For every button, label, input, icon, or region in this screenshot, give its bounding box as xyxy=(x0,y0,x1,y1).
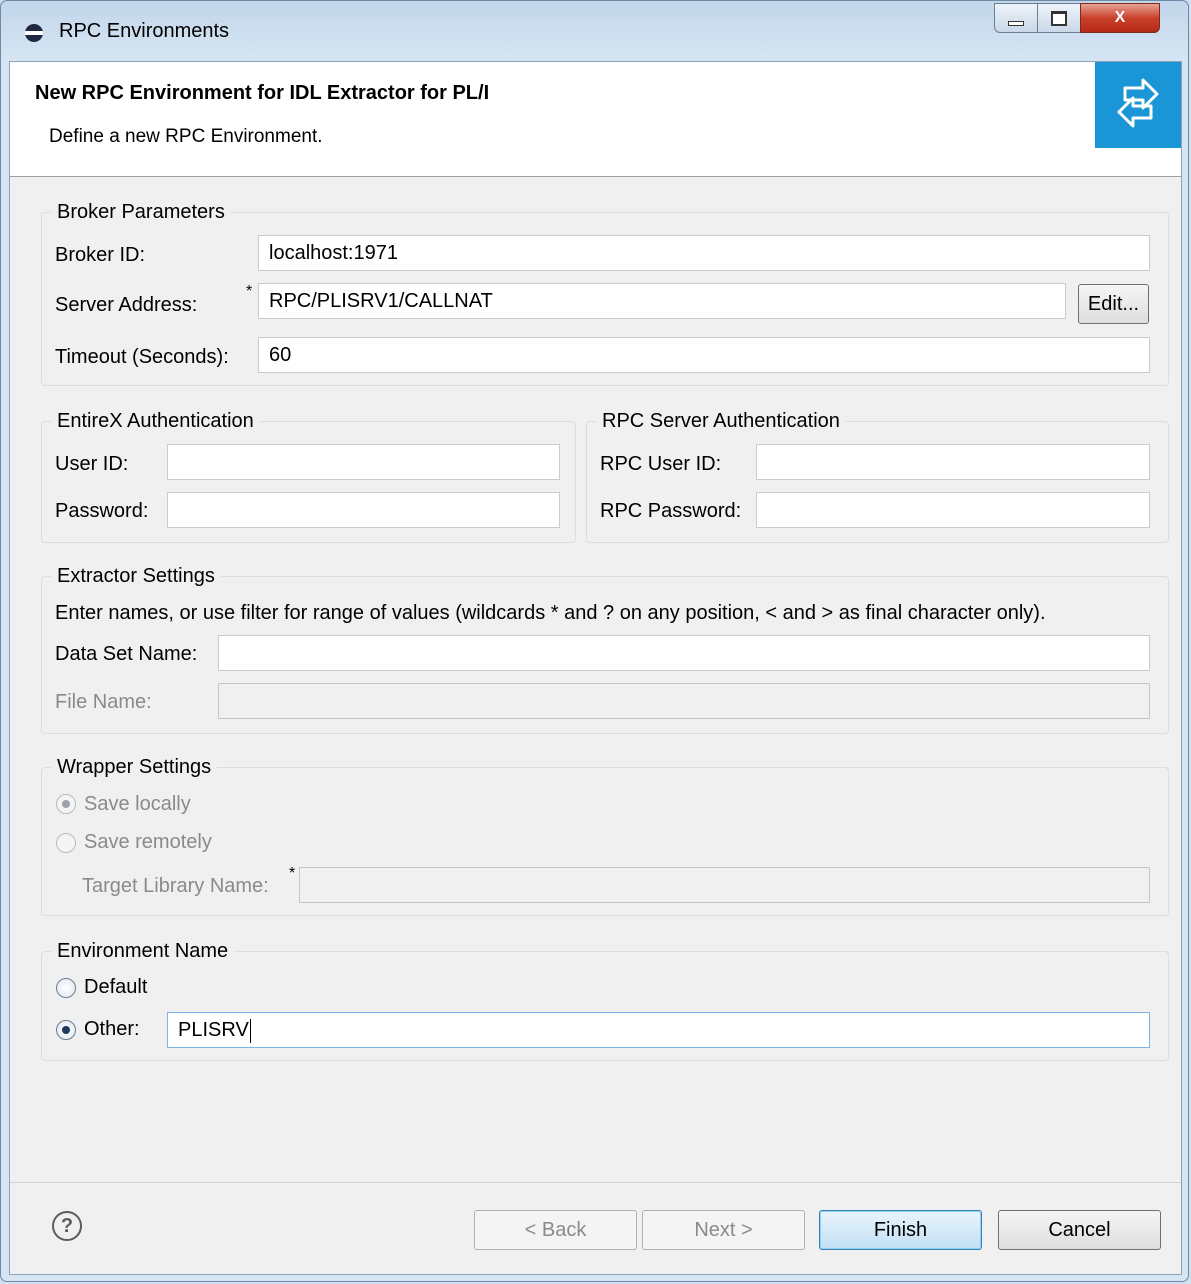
other-radio[interactable] xyxy=(56,1020,76,1040)
rpc-password-input[interactable] xyxy=(756,492,1150,528)
text-caret xyxy=(249,1018,251,1043)
other-name-input[interactable]: PLISRV xyxy=(167,1012,1150,1048)
required-marker: * xyxy=(246,283,253,300)
minimize-button[interactable] xyxy=(994,3,1038,33)
rpc-user-id-input[interactable] xyxy=(756,444,1150,480)
minimize-icon xyxy=(1008,20,1024,26)
save-locally-label: Save locally xyxy=(84,793,191,815)
close-icon: X xyxy=(1114,9,1126,26)
wizard-banner xyxy=(1095,62,1181,148)
required-marker: * xyxy=(289,865,296,882)
file-name-input xyxy=(218,683,1150,719)
filter-hint: Enter names, or use filter for range of … xyxy=(55,602,1046,624)
group-title: Extractor Settings xyxy=(51,563,221,589)
footer-separator xyxy=(10,1182,1181,1183)
user-id-label: User ID: xyxy=(55,453,129,475)
back-button: < Back xyxy=(474,1210,637,1250)
dialog-window: RPC Environments X New RPC Environment f… xyxy=(0,0,1189,1282)
save-remotely-radio xyxy=(56,833,76,853)
target-library-input xyxy=(299,867,1150,903)
user-id-input[interactable] xyxy=(167,444,560,480)
other-label[interactable]: Other: xyxy=(84,1016,140,1042)
group-title: Broker Parameters xyxy=(51,199,231,225)
help-glyph: ? xyxy=(60,1214,74,1237)
group-title: Environment Name xyxy=(51,938,235,964)
other-name-value: PLISRV xyxy=(178,1019,249,1041)
data-set-name-input[interactable] xyxy=(218,635,1150,671)
title-bar[interactable]: RPC Environments X xyxy=(1,1,1188,61)
server-address-input[interactable]: RPC/PLISRV1/CALLNAT xyxy=(258,283,1066,319)
save-locally-radio xyxy=(56,794,76,814)
data-set-name-label: Data Set Name: xyxy=(55,643,198,665)
default-radio[interactable] xyxy=(56,978,76,998)
wizard-arrows-icon xyxy=(1117,78,1159,128)
page-title: New RPC Environment for IDL Extractor fo… xyxy=(35,82,490,104)
finish-button[interactable]: Finish xyxy=(819,1210,982,1250)
default-label[interactable]: Default xyxy=(84,974,147,1000)
cancel-button[interactable]: Cancel xyxy=(998,1210,1161,1250)
group-title: RPC Server Authentication xyxy=(596,408,846,434)
wizard-header: New RPC Environment for IDL Extractor fo… xyxy=(10,62,1181,177)
broker-id-label: Broker ID: xyxy=(55,244,146,266)
help-icon[interactable]: ? xyxy=(52,1211,82,1241)
server-address-label: Server Address: xyxy=(55,294,198,316)
eclipse-app-icon xyxy=(25,24,43,42)
edit-button[interactable]: Edit... xyxy=(1078,284,1149,324)
maximize-icon xyxy=(1051,10,1067,26)
password-label: Password: xyxy=(55,500,149,522)
target-library-label: Target Library Name: xyxy=(82,875,269,897)
rpc-password-label: RPC Password: xyxy=(600,500,742,522)
maximize-button[interactable] xyxy=(1037,3,1081,33)
file-name-label: File Name: xyxy=(55,691,152,713)
password-input[interactable] xyxy=(167,492,560,528)
timeout-input[interactable]: 60 xyxy=(258,337,1150,373)
next-button: Next > xyxy=(642,1210,805,1250)
timeout-label: Timeout (Seconds): xyxy=(55,346,229,368)
close-button[interactable]: X xyxy=(1080,3,1160,33)
window-title: RPC Environments xyxy=(59,20,230,42)
rpc-user-id-label: RPC User ID: xyxy=(600,453,722,475)
page-description: Define a new RPC Environment. xyxy=(49,126,323,147)
save-remotely-label: Save remotely xyxy=(84,831,212,853)
group-title: EntireX Authentication xyxy=(51,408,260,434)
group-title: Wrapper Settings xyxy=(51,754,218,780)
wizard-client-area: New RPC Environment for IDL Extractor fo… xyxy=(9,61,1182,1275)
broker-id-input[interactable]: localhost:1971 xyxy=(258,235,1150,271)
